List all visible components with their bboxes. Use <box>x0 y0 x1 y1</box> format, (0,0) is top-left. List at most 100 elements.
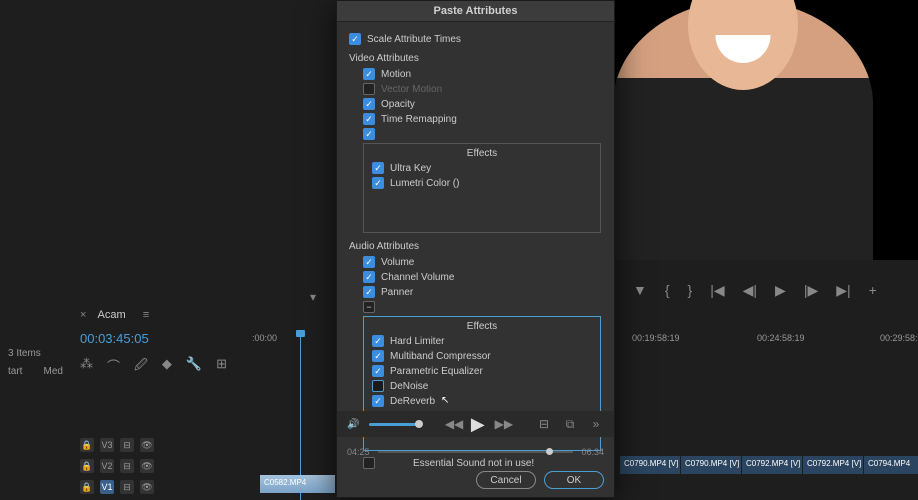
marker-tool-icon[interactable]: 🖉 <box>134 356 148 378</box>
ruler-mark: 00:24:58:19 <box>757 333 805 343</box>
wrench-icon[interactable]: 🔧 <box>186 356 202 378</box>
track-lock[interactable]: 🔒 <box>80 438 94 452</box>
vector-motion-label: Vector Motion <box>381 84 442 95</box>
clip[interactable]: C0792.MP4 [V] <box>742 456 802 474</box>
timeline-panel-header: × Acam ≡ 00:03:45:05 ⁂ ⌒ 🖉 ◆ 🔧 ⊞ <box>80 305 227 378</box>
time-remapping-checkbox[interactable]: ✓ <box>363 113 375 125</box>
scale-times-label: Scale Attribute Times <box>367 34 461 45</box>
effect-checkbox[interactable]: ✓ <box>372 177 384 189</box>
cancel-button[interactable]: Cancel <box>476 471 536 489</box>
go-to-out-icon[interactable]: ▶| <box>836 282 850 299</box>
project-items-count: 3 Items <box>8 348 72 359</box>
bracket-in-icon[interactable]: { <box>665 282 670 298</box>
pip-icon[interactable]: ⧉ <box>562 417 578 432</box>
overlay-time-row: 04:25 06:34 <box>337 447 614 457</box>
play-big-icon[interactable]: ▶ <box>471 414 485 435</box>
track-visibility[interactable]: 👁 <box>140 438 154 452</box>
settings-icon[interactable]: ⊞ <box>216 356 227 378</box>
track-target[interactable]: V1 <box>100 480 114 494</box>
track-visibility[interactable]: 👁 <box>140 480 154 494</box>
clip[interactable]: C0794.MP4 <box>864 456 918 474</box>
step-forward-icon[interactable]: |▶ <box>804 282 818 299</box>
audio-effects-group-checkbox[interactable]: − <box>363 301 375 313</box>
face <box>688 0 798 90</box>
volume-label: Volume <box>381 257 414 268</box>
opacity-checkbox[interactable]: ✓ <box>363 98 375 110</box>
ok-button[interactable]: OK <box>544 471 604 489</box>
track-sync[interactable]: ⊟ <box>120 438 134 452</box>
panner-label: Panner <box>381 287 413 298</box>
timeline-clips: C0790.MP4 [V] C0790.MP4 [V] C0792.MP4 [V… <box>620 456 918 474</box>
effect-label: DeNoise <box>390 381 428 392</box>
cc-icon[interactable]: ⊟ <box>536 417 552 431</box>
volume-icon[interactable]: 🔊 <box>347 419 359 430</box>
timeline-tools: ⁂ ⌒ 🖉 ◆ 🔧 ⊞ <box>80 356 227 378</box>
link-icon[interactable]: ⌒ <box>107 356 120 378</box>
track-lock[interactable]: 🔒 <box>80 480 94 494</box>
forward-icon[interactable]: ▶▶ <box>495 417 511 431</box>
dialog-buttons: Cancel OK <box>476 471 604 489</box>
effect-checkbox[interactable]: ✓ <box>372 395 384 407</box>
program-transport-controls: ▼ { } |◀ ◀| ▶ |▶ ▶| + <box>618 275 918 305</box>
channel-volume-label: Channel Volume <box>381 272 454 283</box>
dialog-title: Paste Attributes <box>337 1 614 22</box>
bracket-out-icon[interactable]: } <box>688 282 693 298</box>
channel-volume-checkbox[interactable]: ✓ <box>363 271 375 283</box>
step-back-icon[interactable]: ◀| <box>743 282 757 299</box>
effects-header: Effects <box>364 148 600 159</box>
timeline-clip-selected: C0582.MP4 <box>260 475 335 493</box>
video-attributes-label: Video Attributes <box>349 53 602 64</box>
expand-icon[interactable]: » <box>588 417 604 431</box>
tag-icon[interactable]: ◆ <box>162 356 172 378</box>
motion-checkbox[interactable]: ✓ <box>363 68 375 80</box>
panel-menu-icon[interactable]: ≡ <box>143 309 149 321</box>
volume-slider[interactable] <box>369 423 419 426</box>
effect-label: Multiband Compressor <box>390 351 491 362</box>
video-frame-person <box>613 0 873 260</box>
sequence-name[interactable]: Acam <box>90 305 134 325</box>
smile <box>716 35 771 63</box>
effect-checkbox[interactable] <box>372 380 384 392</box>
effect-label: Lumetri Color () <box>390 178 459 189</box>
effect-checkbox[interactable]: ✓ <box>372 350 384 362</box>
effect-label: DeReverb <box>390 396 435 407</box>
volume-checkbox[interactable]: ✓ <box>363 256 375 268</box>
ruler-mark: :00:00 <box>252 333 277 343</box>
track-sync[interactable]: ⊟ <box>120 480 134 494</box>
timecode-display[interactable]: 00:03:45:05 <box>80 331 227 346</box>
effect-checkbox[interactable]: ✓ <box>372 162 384 174</box>
snap-icon[interactable]: ⁂ <box>80 356 93 378</box>
track-sync[interactable]: ⊟ <box>120 459 134 473</box>
plus-icon[interactable]: + <box>869 282 877 298</box>
clip[interactable]: C0790.MP4 [V] <box>620 456 680 474</box>
play-icon[interactable]: ▶ <box>775 282 786 299</box>
rewind-icon[interactable]: ◀◀ <box>445 417 461 431</box>
track-target[interactable]: V2 <box>100 459 114 473</box>
effect-label: Hard Limiter <box>390 336 444 347</box>
vector-motion-checkbox <box>363 83 375 95</box>
video-effects-group-checkbox[interactable]: ✓ <box>363 128 375 140</box>
go-to-in-icon[interactable]: |◀ <box>710 282 724 299</box>
add-marker-icon[interactable]: ▼ <box>633 282 647 298</box>
effects-header: Effects <box>364 321 600 332</box>
effect-label: Ultra Key <box>390 163 431 174</box>
filter-icon[interactable]: ▾ <box>310 290 316 304</box>
clip-selected[interactable]: C0582.MP4 <box>260 475 335 493</box>
track-lock[interactable]: 🔒 <box>80 459 94 473</box>
current-time: 04:25 <box>347 447 370 457</box>
clip[interactable]: C0790.MP4 [V] <box>681 456 741 474</box>
panner-checkbox[interactable]: ✓ <box>363 286 375 298</box>
track-target[interactable]: V3 <box>100 438 114 452</box>
project-col-tart: tart <box>8 366 22 377</box>
essential-sound-checkbox[interactable] <box>363 457 375 469</box>
scrub-bar[interactable] <box>378 451 574 453</box>
close-panel-icon[interactable]: × <box>80 309 86 321</box>
video-effects-box: Effects ✓ Ultra Key ✓ Lumetri Color () <box>363 143 601 233</box>
clip[interactable]: C0792.MP4 [V] <box>803 456 863 474</box>
track-visibility[interactable]: 👁 <box>140 459 154 473</box>
effect-checkbox[interactable]: ✓ <box>372 365 384 377</box>
time-remapping-label: Time Remapping <box>381 114 457 125</box>
scale-times-checkbox[interactable]: ✓ <box>349 33 361 45</box>
audio-attributes-label: Audio Attributes <box>349 241 602 252</box>
effect-checkbox[interactable]: ✓ <box>372 335 384 347</box>
